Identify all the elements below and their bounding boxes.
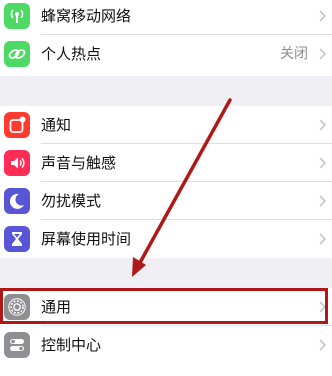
antenna-icon <box>4 3 30 29</box>
settings-row-label: 蜂窝移动网络 <box>41 7 132 25</box>
general-group: 通用 控制中心 <box>0 288 332 376</box>
chevron-right-icon <box>319 339 326 351</box>
settings-row-cellular[interactable]: 蜂窝移动网络 <box>0 0 332 35</box>
hourglass-icon <box>4 226 30 252</box>
toggle-switches-icon <box>4 332 30 358</box>
notifications-group: 通知 声音与触感 勿扰模式 屏幕使用时间 <box>0 106 332 258</box>
settings-row-label: 屏幕使用时间 <box>41 230 132 248</box>
annotation-arrowhead <box>132 257 146 277</box>
settings-row-do-not-disturb[interactable]: 勿扰模式 <box>0 182 332 220</box>
network-group: 蜂窝移动网络 个人热点 关闭 <box>0 0 332 76</box>
settings-row-label: 个人热点 <box>41 45 102 63</box>
chevron-right-icon <box>319 119 326 131</box>
gear-icon <box>4 294 30 320</box>
chevron-right-icon <box>319 233 326 245</box>
settings-row-label: 通知 <box>41 116 72 134</box>
chevron-right-icon <box>319 10 326 22</box>
chevron-right-icon <box>319 157 326 169</box>
settings-row-label: 声音与触感 <box>41 154 117 172</box>
notification-icon <box>4 112 30 138</box>
settings-row-screen-time[interactable]: 屏幕使用时间 <box>0 220 332 258</box>
settings-row-label: 控制中心 <box>41 336 102 354</box>
speaker-icon <box>4 150 30 176</box>
settings-row-notifications[interactable]: 通知 <box>0 106 332 144</box>
settings-row-general[interactable]: 通用 <box>0 288 332 326</box>
chevron-right-icon <box>319 48 326 60</box>
chevron-right-icon <box>319 301 326 313</box>
settings-row-hotspot[interactable]: 个人热点 关闭 <box>0 35 332 73</box>
hotspot-status-value: 关闭 <box>280 46 308 62</box>
settings-row-control-center[interactable]: 控制中心 <box>0 326 332 364</box>
settings-row-sounds[interactable]: 声音与触感 <box>0 144 332 182</box>
moon-icon <box>4 188 30 214</box>
chevron-right-icon <box>319 195 326 207</box>
settings-row-label: 通用 <box>41 298 72 316</box>
link-icon <box>4 41 30 67</box>
settings-row-label: 勿扰模式 <box>41 192 102 210</box>
